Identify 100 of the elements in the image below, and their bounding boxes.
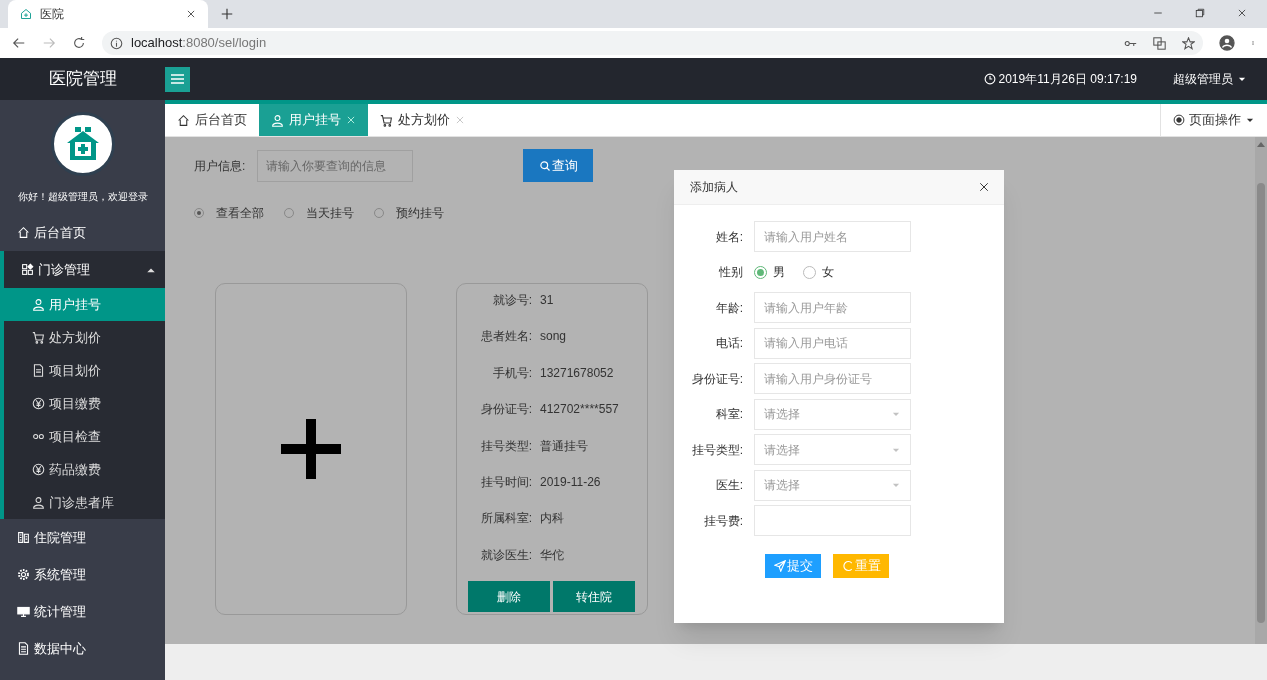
field-label: 患者姓名: [479, 328, 533, 346]
refresh-icon [841, 559, 854, 572]
input-field[interactable]: 请输入用户姓名 [754, 221, 911, 253]
input-field[interactable]: 请输入用户年龄 [754, 292, 911, 324]
translate-icon [1153, 36, 1166, 50]
plus-icon [281, 419, 341, 479]
address-bar[interactable]: localhost:8080/sel/login [102, 31, 1203, 55]
star-icon [1182, 36, 1195, 50]
info-icon [110, 36, 123, 50]
building-icon [17, 531, 30, 544]
close-icon [1237, 8, 1247, 18]
welcome-text: 你好！超级管理员，欢迎登录 [17, 190, 148, 204]
menu-button[interactable] [165, 66, 190, 92]
field-label: 就诊号: [491, 292, 533, 309]
sidebar-item[interactable]: 后台首页 [0, 214, 165, 251]
yen-icon [32, 397, 45, 410]
radio-icon [1173, 114, 1185, 126]
gender-radio[interactable]: 男 [754, 263, 785, 282]
field-value: 华佗 [540, 546, 564, 564]
form-label: 身份证号: [690, 370, 744, 388]
field-value: 412702****557 [540, 401, 619, 419]
user-icon [32, 496, 45, 509]
close-icon[interactable] [978, 181, 990, 193]
scrollbar[interactable] [1255, 137, 1267, 644]
document-icon [32, 364, 45, 377]
card-button[interactable]: 转住院 [553, 581, 635, 612]
search-label: 用户信息: [194, 157, 247, 175]
sidebar-subitem[interactable]: 药品缴费 [4, 453, 165, 486]
scroll-up-icon[interactable] [1257, 141, 1265, 147]
filter-radio[interactable]: 当天挂号 [284, 204, 354, 222]
field-value: 31 [540, 292, 554, 309]
forward-icon [42, 36, 56, 50]
form-label: 挂号类型: [690, 441, 744, 459]
yen-icon [32, 463, 45, 476]
form-label: 医生: [714, 477, 744, 495]
hospital-icon [20, 8, 32, 20]
sidebar-subitem[interactable]: 项目划价 [4, 354, 165, 387]
field-label: 挂号类型: [479, 437, 533, 455]
form-label: 年龄: [714, 299, 744, 317]
reload-icon [72, 36, 86, 50]
sidebar-item[interactable]: 统计管理 [0, 593, 165, 630]
search-icon [538, 159, 551, 172]
sidebar-subitem[interactable]: 门诊患者库 [4, 486, 165, 519]
sidebar-item[interactable]: 门诊管理 [0, 251, 165, 288]
input-field[interactable]: 请输入用户身份证号 [754, 363, 911, 395]
menu-icon [171, 73, 184, 85]
field-value: song [540, 328, 567, 346]
form-label: 挂号费: [702, 512, 744, 530]
datetime: 2019年11月26日 09:17:19 [984, 70, 1137, 88]
sidebar-subitem[interactable]: 项目缴费 [4, 387, 165, 420]
search-button[interactable]: 查询 [523, 149, 593, 182]
monitor-icon [17, 605, 30, 618]
settings-icon [17, 568, 30, 581]
card-button[interactable]: 删除 [468, 581, 550, 612]
send-icon [773, 559, 786, 572]
form-label: 姓名: [714, 228, 744, 246]
browser-tab[interactable]: 医院 [8, 0, 208, 28]
plus-icon [220, 7, 234, 21]
field-label: 身份证号: [479, 401, 533, 419]
gender-radio[interactable]: 女 [803, 263, 834, 282]
home-icon [17, 226, 30, 239]
add-card[interactable] [215, 283, 407, 615]
search-field[interactable]: 请输入你要查询的信息 [257, 149, 413, 182]
page-actions-button[interactable]: 页面操作 [1160, 104, 1267, 136]
field-value: 普通挂号 [540, 437, 588, 455]
form-label: 性别 [718, 264, 744, 282]
sidebar-subitem[interactable]: 处方划价 [4, 321, 165, 354]
close-icon [186, 9, 196, 19]
field-label: 所属科室: [479, 510, 533, 528]
field-label: 手机号: [491, 364, 533, 382]
sidebar-item[interactable]: 数据中心 [0, 630, 165, 667]
form-label: 科室: [714, 406, 744, 424]
sidebar-item[interactable]: 住院管理 [0, 519, 165, 556]
restore-icon [1195, 8, 1205, 18]
home-icon [177, 113, 190, 127]
scrollbar-thumb[interactable] [1257, 183, 1265, 623]
dialog-title: 添加病人 [690, 179, 738, 196]
sidebar-item[interactable]: 系统管理 [0, 556, 165, 593]
cart-icon [380, 113, 393, 127]
field-label: 就诊医生: [479, 546, 533, 564]
filter-radio[interactable]: 查看全部 [194, 204, 264, 222]
grid-icon [21, 263, 34, 276]
input-field[interactable]: 请输入用户电话 [754, 327, 911, 359]
user-icon [271, 113, 284, 127]
tab-title: 医院 [40, 6, 65, 23]
account-icon [1219, 35, 1235, 51]
field-value: 13271678052 [540, 364, 614, 382]
user-icon [32, 298, 45, 311]
cart-icon [32, 331, 45, 344]
filter-radio[interactable]: 预约挂号 [374, 204, 444, 222]
form-label: 电话: [714, 335, 744, 353]
input-field[interactable] [754, 505, 911, 537]
user-menu[interactable]: 超级管理员 [1173, 70, 1247, 88]
document-icon [17, 642, 30, 655]
url-text: localhost:8080/sel/login [131, 34, 267, 53]
field-value: 2019-11-26 [540, 473, 601, 491]
field-label: 挂号时间: [479, 473, 533, 491]
field-value: 内科 [540, 510, 564, 528]
sidebar-subitem[interactable]: 项目检查 [4, 420, 165, 453]
back-icon [12, 36, 26, 50]
